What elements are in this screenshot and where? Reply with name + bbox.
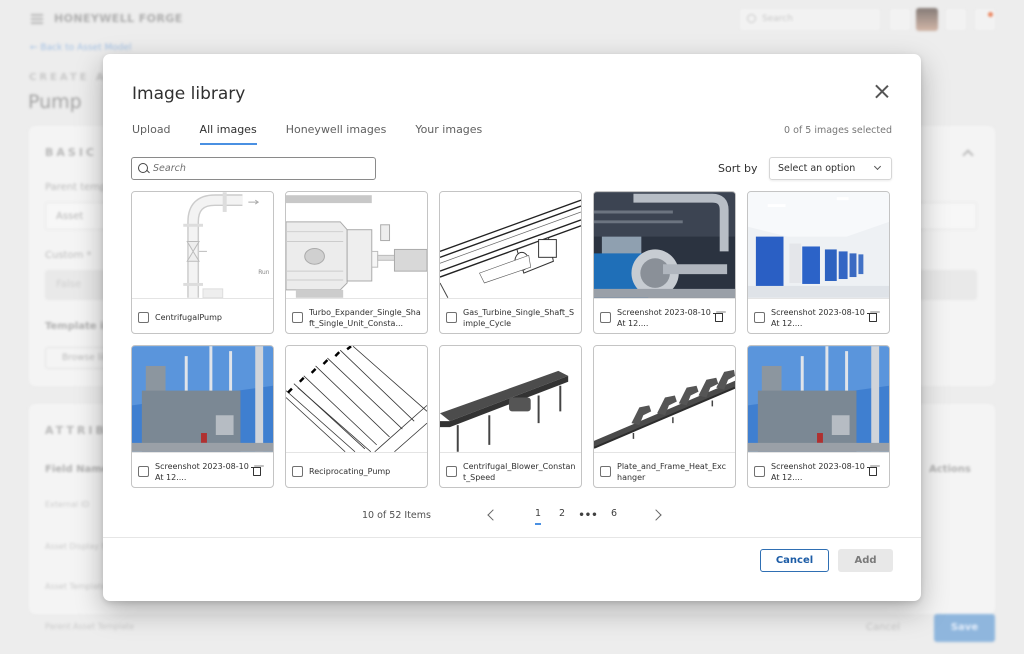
add-button[interactable]: Add (838, 549, 893, 572)
trash-icon[interactable] (713, 312, 723, 322)
select-checkbox[interactable] (754, 312, 765, 323)
tab-honeywell-images[interactable]: Honeywell images (286, 123, 387, 145)
select-checkbox[interactable] (600, 312, 611, 323)
image-card[interactable]: Turbo_Expander_Single_Shaft_Single_Unit_… (285, 191, 428, 334)
image-card[interactable]: Run CentrifugalPump (131, 191, 274, 334)
image-thumbnail (440, 192, 581, 299)
trash-icon[interactable] (867, 312, 877, 322)
close-icon[interactable] (874, 84, 890, 100)
sort-select[interactable]: Select an option (769, 157, 892, 180)
chevron-down-icon (873, 162, 882, 171)
image-name: Turbo_Expander_Single_Shaft_Single_Unit_… (309, 307, 421, 328)
image-name: Plate_and_Frame_Heat_Exchanger (617, 461, 727, 482)
dialog-title: Image library (132, 84, 246, 104)
pagination-summary: 10 of 52 Items (362, 510, 431, 521)
select-checkbox[interactable] (446, 312, 457, 323)
image-grid: Run CentrifugalPump Turbo_Expander_Singl… (131, 191, 890, 488)
tab-your-images[interactable]: Your images (415, 123, 482, 145)
tab-bar: Upload All images Honeywell images Your … (132, 123, 511, 145)
image-thumbnail (132, 346, 273, 453)
image-card[interactable]: Screenshot 2023-08-10 At 12.... (593, 191, 736, 334)
image-thumbnail (440, 346, 581, 453)
image-thumbnail (594, 192, 735, 299)
image-name: Screenshot 2023-08-10 At 12.... (771, 307, 865, 328)
image-thumbnail (748, 346, 889, 453)
select-checkbox[interactable] (600, 466, 611, 477)
select-checkbox[interactable] (292, 312, 303, 323)
select-checkbox[interactable] (138, 312, 149, 323)
image-thumbnail (286, 346, 427, 453)
cancel-button[interactable]: Cancel (760, 549, 829, 572)
image-card[interactable]: Centrifugal_Blower_Constant_Speed (439, 345, 582, 488)
page-6-button[interactable]: 6 (602, 508, 626, 522)
svg-text:Run: Run (258, 270, 270, 276)
tab-all-images[interactable]: All images (199, 123, 257, 145)
selection-status: 0 of 5 images selected (784, 125, 892, 136)
image-name: Gas_Turbine_Single_Shaft_Simple_Cycle (463, 307, 575, 328)
trash-icon[interactable] (867, 466, 877, 476)
image-thumbnail (748, 192, 889, 299)
image-name: Screenshot 2023-08-10 At 12.... (155, 461, 249, 482)
image-thumbnail (594, 346, 735, 453)
select-checkbox[interactable] (446, 466, 457, 477)
trash-icon[interactable] (251, 466, 261, 476)
image-card[interactable]: Gas_Turbine_Single_Shaft_Simple_Cycle (439, 191, 582, 334)
image-card[interactable]: Screenshot 2023-08-10 At 12.... (747, 345, 890, 488)
image-name: CentrifugalPump (155, 313, 222, 322)
image-card[interactable]: Reciprocating_Pump (285, 345, 428, 488)
image-library-dialog: Image library Upload All images Honeywel… (103, 54, 921, 601)
search-icon (138, 163, 149, 174)
image-name: Screenshot 2023-08-10 At 12.... (771, 461, 865, 482)
search-box (131, 157, 376, 180)
tab-upload[interactable]: Upload (132, 123, 171, 145)
image-card[interactable]: Screenshot 2023-08-10 At 12.... (747, 191, 890, 334)
sort-select-value: Select an option (778, 163, 856, 174)
image-card[interactable]: Plate_and_Frame_Heat_Exchanger (593, 345, 736, 488)
search-input[interactable] (153, 163, 353, 174)
image-thumbnail (286, 192, 427, 299)
image-thumbnail: Run (132, 192, 273, 299)
pagination: 1 2 ••• 6 (487, 508, 662, 525)
page-2-button[interactable]: 2 (550, 508, 574, 522)
image-name: Centrifugal_Blower_Constant_Speed (463, 461, 576, 482)
chevron-left-icon[interactable] (487, 509, 499, 521)
select-checkbox[interactable] (138, 466, 149, 477)
footer-divider (103, 537, 921, 538)
chevron-right-icon[interactable] (650, 509, 662, 521)
select-checkbox[interactable] (292, 466, 303, 477)
page-1-button[interactable]: 1 (526, 508, 550, 525)
pagination-ellipsis[interactable]: ••• (574, 510, 602, 521)
image-name: Reciprocating_Pump (309, 467, 391, 476)
image-card[interactable]: Screenshot 2023-08-10 At 12.... (131, 345, 274, 488)
select-checkbox[interactable] (754, 466, 765, 477)
image-name: Screenshot 2023-08-10 At 12.... (617, 307, 711, 328)
sort-by-label: Sort by (718, 162, 758, 175)
